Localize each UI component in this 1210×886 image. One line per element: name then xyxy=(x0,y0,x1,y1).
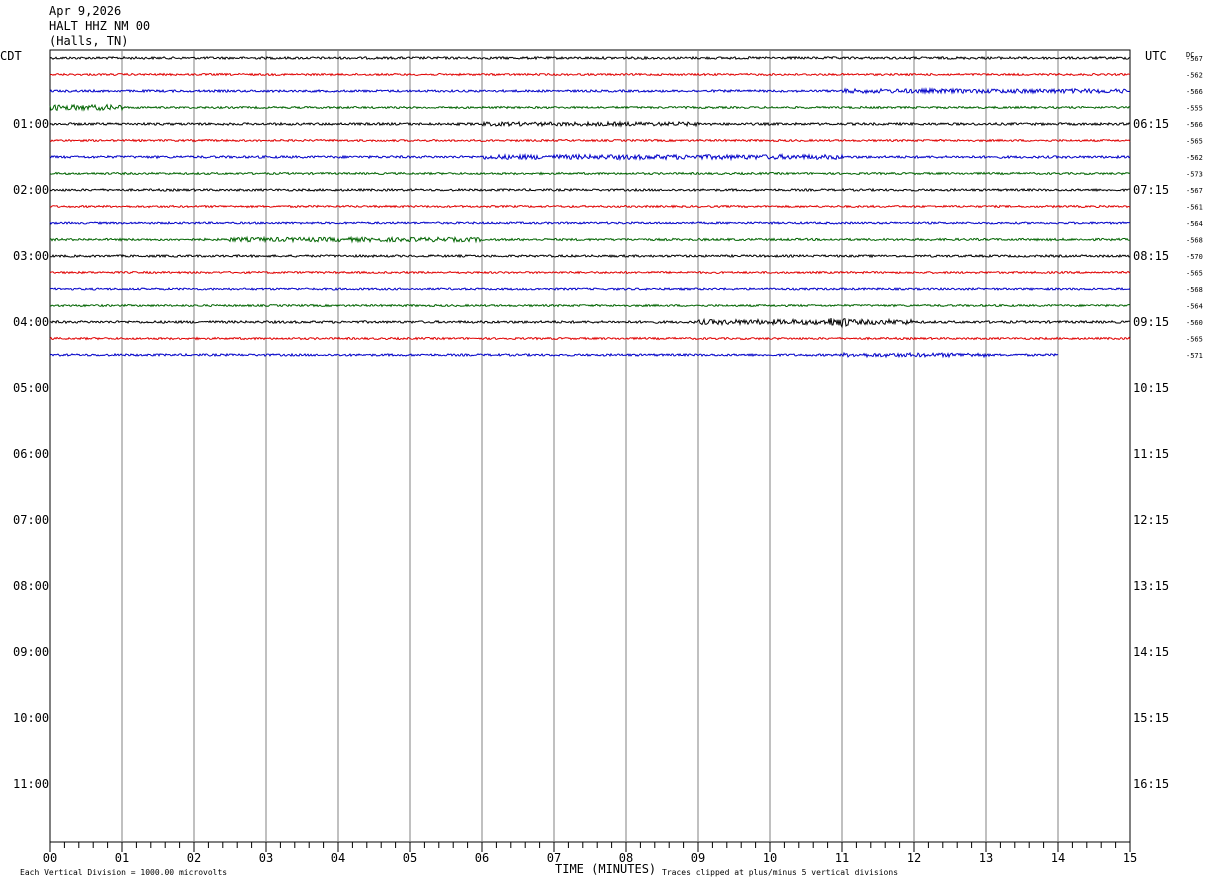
seismic-trace xyxy=(49,303,1131,308)
dc-offset-label: -566 xyxy=(1186,88,1203,96)
seismic-trace xyxy=(49,120,1131,128)
x-tick-label: 14 xyxy=(1051,851,1065,865)
dc-offset-label: -560 xyxy=(1186,319,1203,327)
x-tick-label: 01 xyxy=(115,851,129,865)
left-hour-label: 01:00 xyxy=(13,117,49,131)
dc-offset-label: -562 xyxy=(1186,154,1203,162)
dc-offset-label: -565 xyxy=(1186,138,1203,146)
left-hour-label: 02:00 xyxy=(13,183,49,197)
right-hour-label: 14:15 xyxy=(1133,645,1169,659)
x-tick-label: 10 xyxy=(763,851,777,865)
x-axis-label: TIME (MINUTES) xyxy=(555,862,656,876)
left-axis-title: CDT xyxy=(0,49,22,63)
seismic-trace xyxy=(49,153,1131,162)
left-hour-label: 10:00 xyxy=(13,711,49,725)
seismic-trace xyxy=(49,138,1131,143)
seismic-trace xyxy=(49,235,1131,244)
x-tick-label: 15 xyxy=(1123,851,1137,865)
dc-title: DC xyxy=(1186,51,1194,59)
footer-right-note: Traces clipped at plus/minus 5 vertical … xyxy=(662,868,898,877)
x-tick-label: 05 xyxy=(403,851,417,865)
dc-offset-label: -564 xyxy=(1186,303,1203,311)
right-hour-label: 10:15 xyxy=(1133,381,1169,395)
dc-offset-label: -564 xyxy=(1186,220,1203,228)
helicorder-plot: 00 01 02 03 04 05 06 07 08 09 10 11 12 13 14 1501:0002:… xyxy=(0,49,1203,877)
dc-offset-label: -555 xyxy=(1186,105,1203,113)
right-hour-label: 06:15 xyxy=(1133,117,1169,131)
right-axis-title: UTC xyxy=(1145,49,1167,63)
x-tick-label: 09 xyxy=(691,851,705,865)
dc-offset-label: -561 xyxy=(1186,204,1203,212)
right-hour-label: 12:15 xyxy=(1133,513,1169,527)
seismic-trace xyxy=(49,171,1131,176)
left-hour-label: 11:00 xyxy=(13,777,49,791)
seismic-trace xyxy=(49,317,1131,329)
left-hour-label: 04:00 xyxy=(13,315,49,329)
seismic-trace xyxy=(49,103,1131,112)
x-tick-label: 02 xyxy=(187,851,201,865)
dc-offset-label: -568 xyxy=(1186,237,1203,245)
axis-labels: 00 01 02 03 04 05 06 07 08 09 10 11 12 13 14 1501:0002:… xyxy=(13,55,1203,865)
x-tick-label: 04 xyxy=(331,851,345,865)
x-tick-label: 12 xyxy=(907,851,921,865)
right-hour-label: 13:15 xyxy=(1133,579,1169,593)
seismic-trace xyxy=(49,287,1131,292)
seismic-trace xyxy=(49,87,1131,95)
left-hour-label: 07:00 xyxy=(13,513,49,527)
right-hour-label: 07:15 xyxy=(1133,183,1169,197)
dc-offset-label: -565 xyxy=(1186,270,1203,278)
left-hour-label: 09:00 xyxy=(13,645,49,659)
x-tick-label: 13 xyxy=(979,851,993,865)
x-tick-label: 06 xyxy=(475,851,489,865)
x-tick-label: 03 xyxy=(259,851,273,865)
right-hour-label: 08:15 xyxy=(1133,249,1169,263)
footer-left-note: Each Vertical Division = 1000.00 microvo… xyxy=(20,868,227,877)
seismic-trace xyxy=(49,270,1131,275)
seismic-trace xyxy=(49,221,1131,225)
right-hour-label: 09:15 xyxy=(1133,315,1169,329)
seismic-trace xyxy=(49,204,1131,209)
seismic-trace xyxy=(49,72,1131,77)
left-hour-label: 05:00 xyxy=(13,381,49,395)
right-hour-label: 15:15 xyxy=(1133,711,1169,725)
dc-offset-label: -570 xyxy=(1186,253,1203,261)
plot-grid xyxy=(49,49,1131,852)
left-hour-label: 06:00 xyxy=(13,447,49,461)
plot-frame xyxy=(49,49,1131,843)
right-hour-label: 16:15 xyxy=(1133,777,1169,791)
seismic-trace xyxy=(49,253,1131,259)
dc-offset-label: -567 xyxy=(1186,187,1203,195)
seismic-trace xyxy=(49,55,1131,61)
dc-offset-label: -562 xyxy=(1186,72,1203,80)
dc-offset-label: -568 xyxy=(1186,286,1203,294)
dc-offset-label: -571 xyxy=(1186,352,1203,360)
seismic-trace xyxy=(49,187,1130,193)
right-hour-label: 11:15 xyxy=(1133,447,1169,461)
left-hour-label: 03:00 xyxy=(13,249,49,263)
left-hour-label: 08:00 xyxy=(13,579,49,593)
dc-offset-label: -573 xyxy=(1186,171,1203,179)
dc-offset-label: -565 xyxy=(1186,336,1203,344)
x-tick-label: 00 xyxy=(43,851,57,865)
seismic-traces xyxy=(49,55,1131,359)
dc-offset-label: -566 xyxy=(1186,121,1203,129)
seismic-trace xyxy=(49,336,1131,341)
x-tick-label: 11 xyxy=(835,851,849,865)
